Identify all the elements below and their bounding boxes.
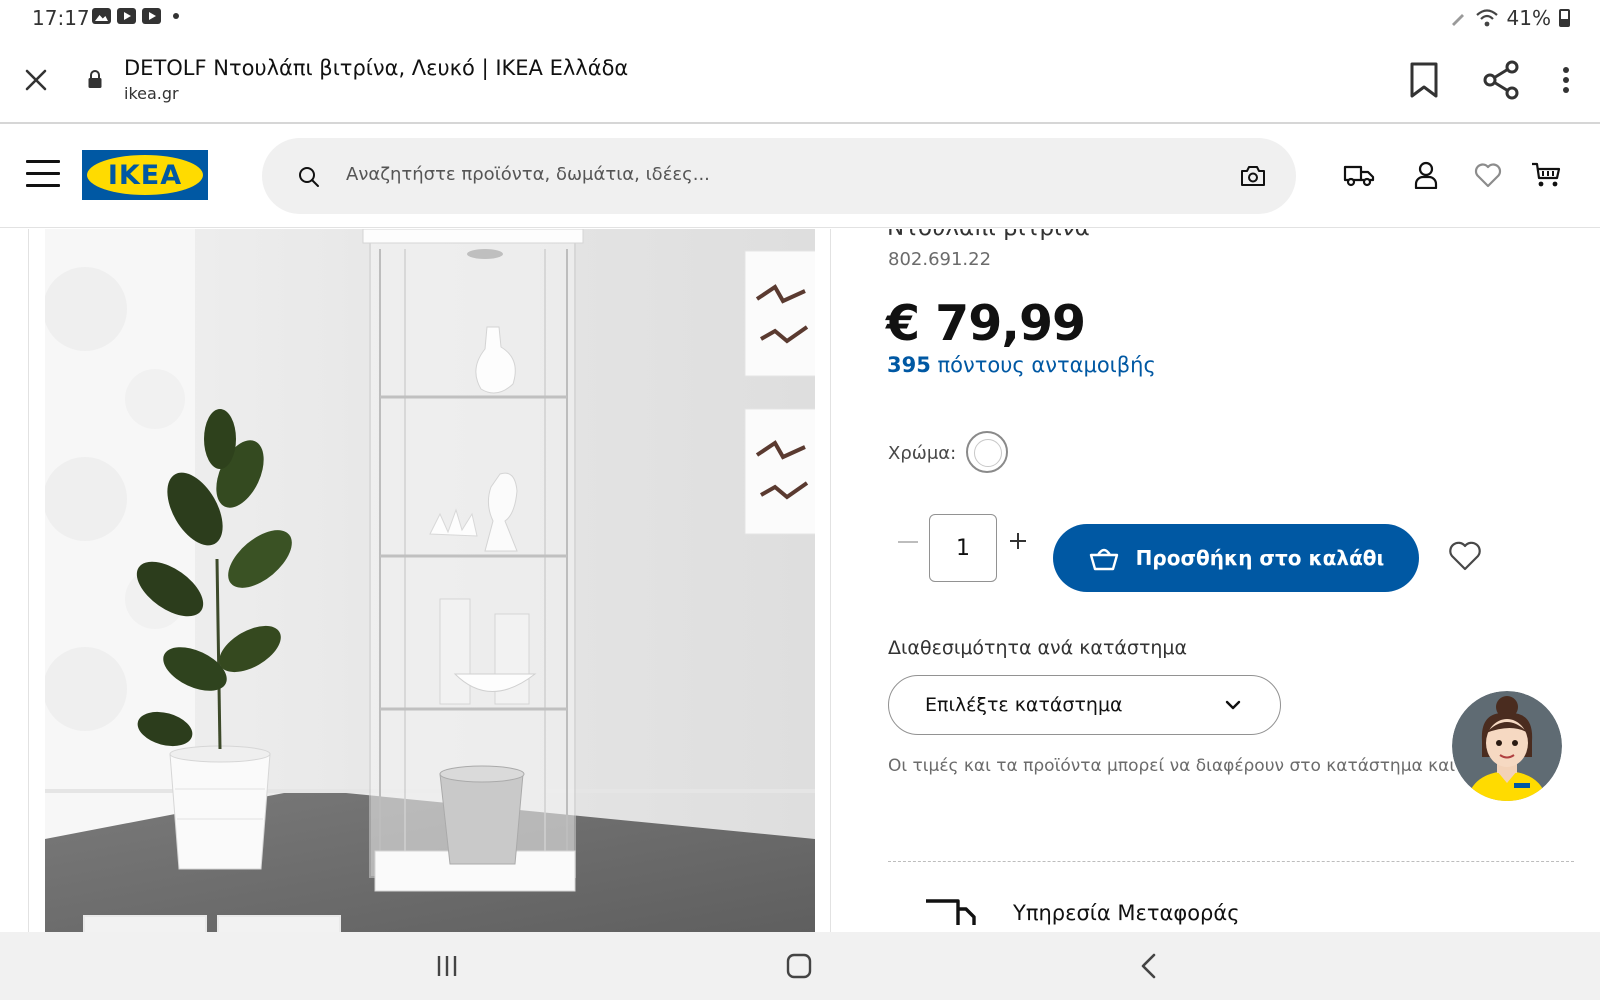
search-icon xyxy=(299,167,319,187)
status-bar: 17:17 41% xyxy=(0,0,1600,36)
notification-icons xyxy=(92,8,179,24)
browser-toolbar: DETOLF Ντουλάπι βιτρίνα, Λευκό | IKEA Ελ… xyxy=(0,36,1600,124)
battery-percent: 41% xyxy=(1506,6,1551,30)
lock-icon xyxy=(88,70,102,88)
quantity-increase-button[interactable] xyxy=(1008,531,1028,551)
bookmark-icon xyxy=(1410,62,1438,98)
chevron-down-icon xyxy=(1225,700,1241,710)
color-label: Χρώμα: xyxy=(888,443,957,464)
divider-left xyxy=(28,229,29,932)
site-header: IKEA Αναζητήστε προϊόντα, δωμάτια, ιδέες… xyxy=(0,124,1600,228)
account-button[interactable] xyxy=(1409,158,1443,192)
wishlist-button[interactable] xyxy=(1471,158,1505,192)
delivery-header-button[interactable] xyxy=(1340,158,1378,192)
youtube-notification-icon-2 xyxy=(142,8,161,24)
add-to-cart-label: Προσθήκη στο καλάθι xyxy=(1135,546,1385,570)
back-button[interactable] xyxy=(1140,953,1158,979)
assistant-avatar-icon xyxy=(1452,691,1562,801)
quantity-decrease-button[interactable] xyxy=(898,541,918,543)
basket-icon xyxy=(1089,548,1118,571)
menu-line xyxy=(26,184,60,187)
logo-oval: IKEA xyxy=(87,155,203,195)
gallery-notification-icon xyxy=(92,8,111,24)
reward-points-text: πόντους ανταμοιβής xyxy=(937,353,1156,377)
color-swatch-white[interactable] xyxy=(966,431,1008,473)
camera-search-icon[interactable] xyxy=(1240,165,1266,187)
divider-middle xyxy=(830,229,831,932)
youtube-notification-icon xyxy=(117,8,136,24)
pen-icon xyxy=(1451,14,1464,26)
store-availability-label: Διαθεσιμότητα ανά κατάστημα xyxy=(888,637,1188,659)
logo-text: IKEA xyxy=(107,159,183,191)
add-to-cart-button[interactable]: Προσθήκη στο καλάθι xyxy=(1053,524,1419,592)
more-notifications-icon xyxy=(173,13,179,19)
search-bar[interactable]: Αναζητήστε προϊόντα, δωμάτια, ιδέες... xyxy=(262,138,1296,214)
page-title[interactable]: DETOLF Ντουλάπι βιτρίνα, Λευκό | IKEA Ελ… xyxy=(124,56,628,80)
recent-apps-button[interactable] xyxy=(436,954,458,978)
battery-icon xyxy=(1559,9,1570,27)
share-icon xyxy=(1483,60,1519,100)
price-disclaimer: Οι τιμές και τα προϊόντα μπορεί να διαφέ… xyxy=(888,756,1473,776)
ikea-logo[interactable]: IKEA xyxy=(82,150,208,200)
quantity-input[interactable]: 1 xyxy=(929,514,997,582)
more-vert-icon xyxy=(1563,67,1569,93)
section-divider xyxy=(888,861,1574,862)
save-to-wishlist-heart-icon[interactable] xyxy=(1448,541,1482,571)
close-tab-button[interactable] xyxy=(18,62,54,98)
store-select-value: Επιλέξτε κατάστημα xyxy=(925,694,1123,716)
article-number[interactable]: 802.691.22 xyxy=(888,249,991,270)
store-select-dropdown[interactable]: Επιλέξτε κατάστημα xyxy=(888,675,1281,735)
android-nav-bar xyxy=(0,932,1600,1000)
product-image-gallery[interactable] xyxy=(45,229,815,932)
truck-icon xyxy=(1343,165,1375,187)
reward-points-value: 395 xyxy=(887,353,931,377)
reward-points[interactable]: 395 πόντους ανταμοιβής xyxy=(887,353,1156,377)
heart-icon xyxy=(1474,163,1502,188)
home-button[interactable] xyxy=(786,953,812,979)
chat-assistant-avatar[interactable] xyxy=(1452,691,1562,801)
search-input[interactable]: Αναζητήστε προϊόντα, δωμάτια, ιδέες... xyxy=(346,164,710,185)
user-icon xyxy=(1414,161,1438,189)
product-image xyxy=(45,229,815,932)
delivery-service-label[interactable]: Υπηρεσία Μεταφοράς xyxy=(1013,901,1240,925)
page-domain[interactable]: ikea.gr xyxy=(124,84,179,103)
more-options-button[interactable] xyxy=(1554,60,1578,100)
menu-line xyxy=(26,160,60,163)
cart-button[interactable] xyxy=(1528,158,1564,192)
status-right: 41% xyxy=(1449,6,1570,30)
gallery-thumbnail-1[interactable] xyxy=(83,915,207,932)
menu-line xyxy=(26,172,60,175)
product-subtitle: Ντουλάπι βιτρίνα xyxy=(887,229,1090,241)
status-time: 17:17 xyxy=(32,6,90,30)
product-page: Ντουλάπι βιτρίνα 802.691.22 € 79,99 395 … xyxy=(0,229,1600,932)
cart-icon xyxy=(1532,162,1561,187)
gallery-thumbnail-2[interactable] xyxy=(217,915,341,932)
close-icon xyxy=(25,69,47,91)
product-price: € 79,99 xyxy=(886,295,1086,352)
wifi-icon xyxy=(1475,9,1498,27)
menu-button[interactable] xyxy=(26,160,60,190)
delivery-truck-icon xyxy=(926,899,976,925)
share-button[interactable] xyxy=(1480,58,1522,102)
bookmark-button[interactable] xyxy=(1404,58,1444,102)
